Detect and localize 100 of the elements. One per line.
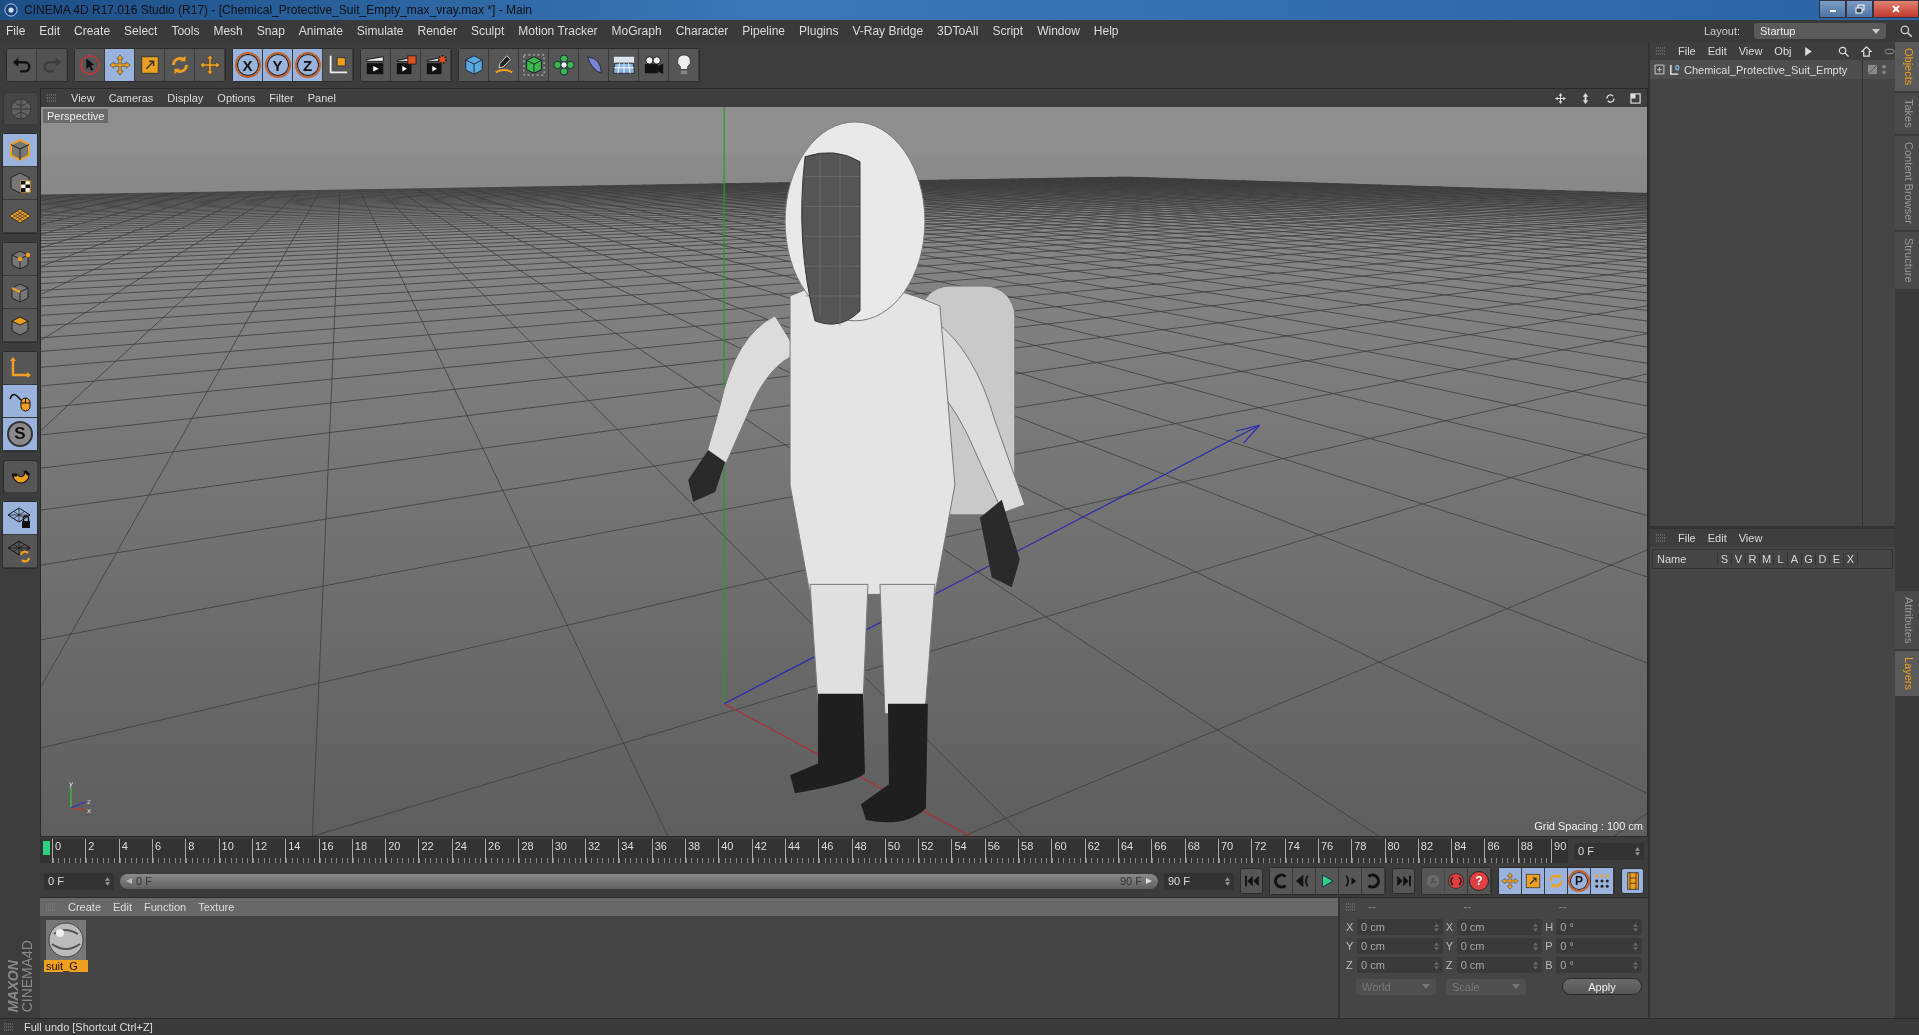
tool-button[interactable] xyxy=(3,385,37,418)
rotate-icon[interactable] xyxy=(1605,92,1616,104)
menu-item[interactable]: View xyxy=(1738,45,1763,57)
end-frame-field[interactable]: 90 F xyxy=(1164,872,1234,890)
menu-item[interactable]: View xyxy=(71,92,95,104)
menu-item[interactable]: Select xyxy=(124,24,158,38)
menu-item[interactable]: Sculpt xyxy=(470,24,505,38)
menu-item[interactable]: Filter xyxy=(269,92,294,104)
tool-button[interactable] xyxy=(489,49,519,81)
menu-item[interactable]: Plugins xyxy=(799,24,839,38)
maximize-icon[interactable] xyxy=(1630,92,1641,104)
restore-button[interactable] xyxy=(1846,0,1873,18)
transport-button[interactable] xyxy=(1621,868,1644,894)
menu-item[interactable]: Animate xyxy=(298,24,343,38)
tag-toggle-icon[interactable] xyxy=(1867,64,1878,75)
menu-item[interactable]: Obj xyxy=(1774,45,1792,57)
tool-button[interactable]: S xyxy=(3,418,37,451)
tool-button[interactable] xyxy=(3,535,37,568)
visibility-dots-icon[interactable] xyxy=(1881,64,1887,75)
more-arrow-icon[interactable] xyxy=(1803,45,1815,57)
menu-item[interactable]: V-Ray Bridge xyxy=(852,24,924,38)
menu-item[interactable]: Display xyxy=(167,92,204,104)
menu-item[interactable]: Character xyxy=(675,24,729,38)
clapperboard-icon xyxy=(424,54,447,76)
coordinate-field[interactable]: 0 cm xyxy=(1357,957,1443,973)
transport-button[interactable] xyxy=(1545,868,1568,894)
menu-item[interactable]: Function xyxy=(144,901,187,913)
transport-button[interactable] xyxy=(1591,868,1614,894)
timeline-ruler[interactable]: 0 2 4 6 8 10 12 14 16 18 20 22 24 26 28 30 32 34 36 38 40 42 44 46 48 50 52 54 56 58 60 62 64 66 68 70 72 74 76 78 80 82 84 86 88 90 xyxy=(40,839,1568,863)
menu-item[interactable]: Options xyxy=(217,92,256,104)
menu-item[interactable]: Simulate xyxy=(356,24,404,38)
tool-button[interactable] xyxy=(669,49,699,81)
menu-item[interactable]: Window xyxy=(1037,24,1080,38)
layout-dropdown[interactable]: Startup xyxy=(1754,23,1886,39)
frame-number: 36 xyxy=(654,840,667,852)
menu-item[interactable]: Create xyxy=(68,901,102,913)
tool-button[interactable] xyxy=(421,49,451,81)
current-frame-field[interactable]: 0 F xyxy=(1574,842,1644,860)
menu-item[interactable]: Create xyxy=(74,24,111,38)
material-name[interactable]: suit_G xyxy=(44,960,88,972)
caret-icon xyxy=(1512,984,1520,989)
menu-item[interactable]: Pipeline xyxy=(742,24,786,38)
tool-button[interactable]: Z xyxy=(293,49,323,81)
tool-button[interactable] xyxy=(3,167,37,200)
tool-button[interactable] xyxy=(323,49,353,81)
menu-item[interactable]: Motion Tracker xyxy=(518,24,598,38)
tool-button[interactable] xyxy=(361,49,391,81)
menu-item[interactable]: Panel xyxy=(307,92,336,104)
tool-button[interactable]: X xyxy=(233,49,263,81)
menu-item[interactable]: Texture xyxy=(198,901,235,913)
transport-button[interactable]: ? xyxy=(1468,868,1491,894)
coordinate-field[interactable]: 0 cm xyxy=(1456,957,1543,973)
menu-item[interactable]: View xyxy=(1738,532,1763,544)
home-icon[interactable] xyxy=(1861,45,1873,57)
menu-item[interactable]: Edit xyxy=(1707,532,1727,544)
search-icon[interactable] xyxy=(1838,45,1850,57)
tool-button[interactable] xyxy=(3,309,37,342)
tool-button[interactable]: Y xyxy=(263,49,293,81)
tool-button[interactable] xyxy=(3,460,37,493)
coordinate-field[interactable]: 0 ° xyxy=(1556,938,1642,954)
menu-item[interactable]: Script xyxy=(992,24,1024,38)
menu-item[interactable]: File xyxy=(6,24,26,38)
coordinate-field[interactable]: 0 ° xyxy=(1556,957,1642,973)
tool-button[interactable] xyxy=(609,49,639,81)
tool-button[interactable] xyxy=(639,49,669,81)
transport-button[interactable] xyxy=(1499,868,1522,894)
menu-item[interactable]: File xyxy=(1678,45,1696,57)
menu-item[interactable]: Edit xyxy=(1707,45,1727,57)
transport-button[interactable] xyxy=(1445,868,1468,894)
vertical-arrows-icon[interactable] xyxy=(1580,92,1591,104)
coordinate-field[interactable]: 0 ° xyxy=(1556,919,1642,935)
expand-icon[interactable] xyxy=(1654,64,1665,75)
minimize-button[interactable] xyxy=(1819,0,1846,18)
coordinate-field[interactable]: 0 cm xyxy=(1357,919,1443,935)
menu-item[interactable]: Render xyxy=(417,24,457,38)
menu-item[interactable]: MoGraph xyxy=(611,24,662,38)
tool-button[interactable] xyxy=(3,502,37,535)
menu-item[interactable]: Edit xyxy=(39,24,61,38)
menu-item[interactable]: Cameras xyxy=(108,92,154,104)
coordinate-field[interactable]: 0 cm xyxy=(1456,919,1543,935)
frame-number: 16 xyxy=(321,840,334,852)
playhead-marker[interactable] xyxy=(43,841,50,855)
menu-item[interactable]: Tools xyxy=(171,24,200,38)
tool-button[interactable] xyxy=(391,49,421,81)
coordinate-field[interactable]: 0 cm xyxy=(1357,938,1443,954)
start-frame-field[interactable]: 0 F xyxy=(44,872,114,890)
transport-button[interactable] xyxy=(1522,868,1545,894)
coordinate-field[interactable]: 0 cm xyxy=(1456,938,1543,954)
menu-item[interactable]: Help xyxy=(1093,24,1119,38)
transport-button[interactable]: P xyxy=(1568,868,1591,894)
menu-item[interactable]: File xyxy=(1678,532,1696,544)
search-icon[interactable] xyxy=(1900,24,1913,38)
menu-item[interactable]: Mesh xyxy=(213,24,243,38)
menu-item[interactable]: Edit xyxy=(113,901,132,913)
apply-button[interactable]: Apply xyxy=(1562,978,1642,995)
menu-item[interactable]: 3DToAll xyxy=(937,24,979,38)
object-row[interactable]: Chemical_Protective_Suit_Empty xyxy=(1650,60,1862,79)
move-arrows-icon[interactable] xyxy=(1555,92,1566,104)
close-button[interactable] xyxy=(1873,0,1919,18)
menu-item[interactable]: Snap xyxy=(256,24,285,38)
